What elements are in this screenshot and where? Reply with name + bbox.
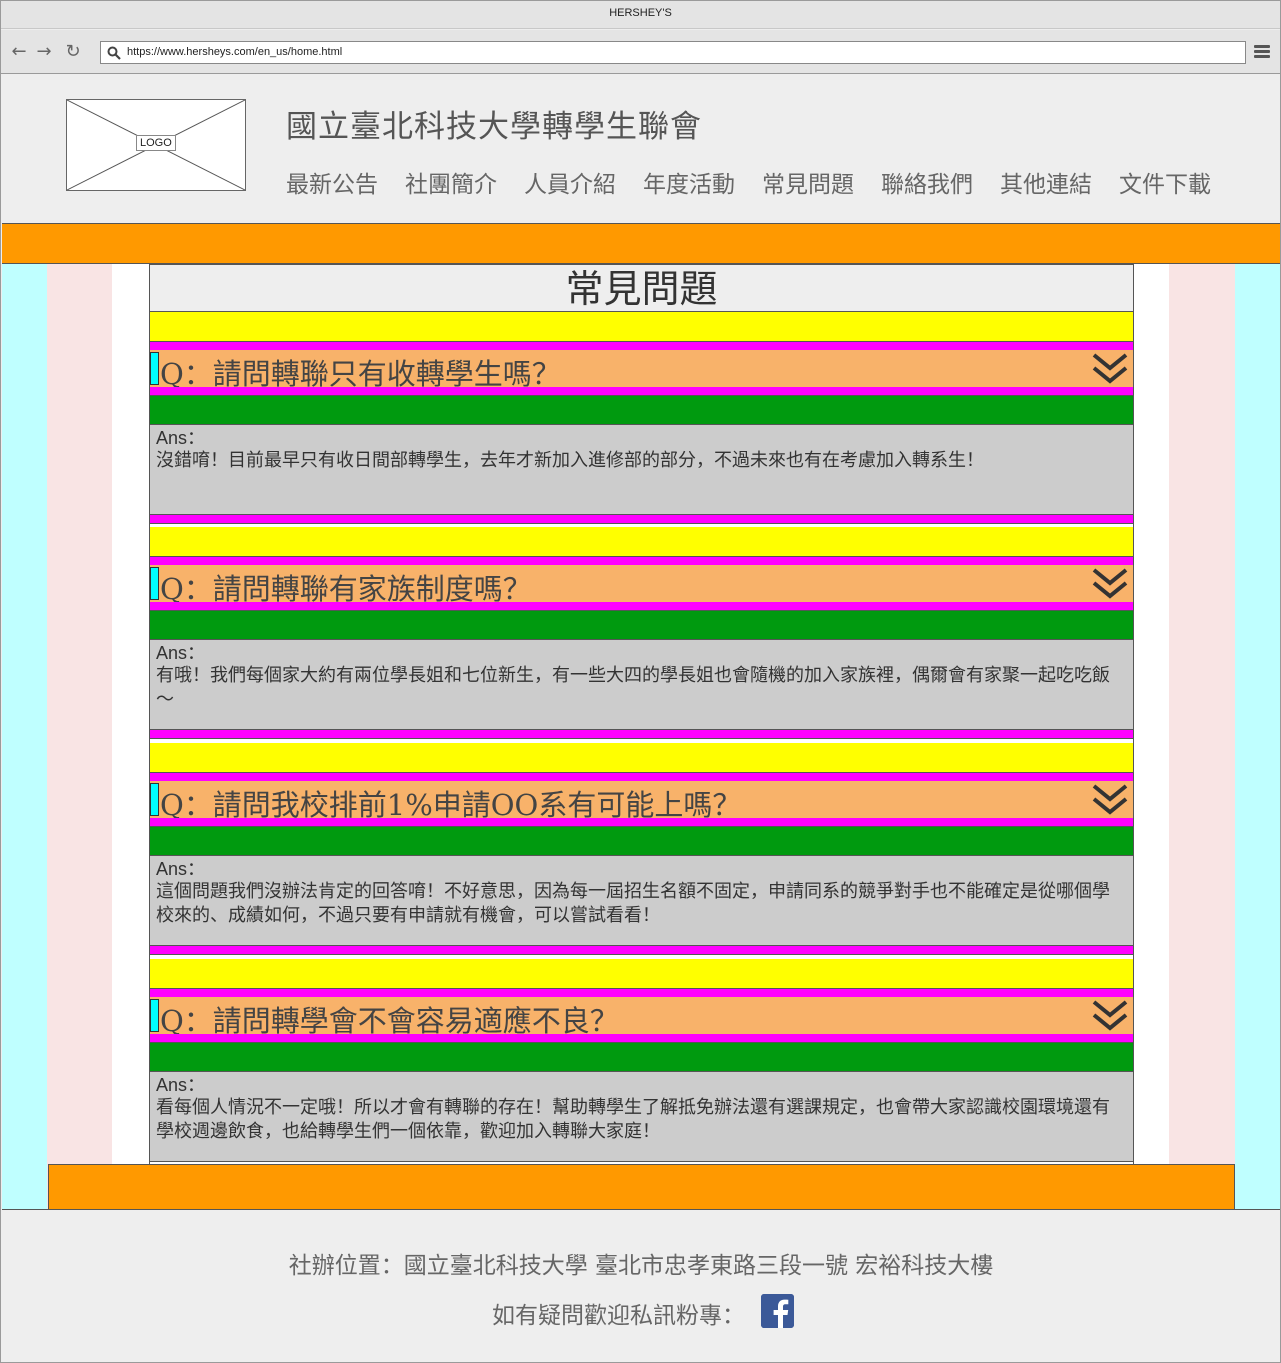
faq-spacer-green — [150, 395, 1133, 425]
faq-answer-label: Ans： — [156, 859, 206, 879]
page-title: 常見問題 — [150, 264, 1133, 312]
faq-marker — [150, 352, 159, 385]
faq-divider — [150, 602, 1133, 610]
nav-item-club-intro[interactable]: 社團簡介 — [405, 165, 497, 199]
chevron-double-down-icon[interactable] — [1091, 999, 1129, 1033]
hamburger-menu-icon[interactable] — [1254, 45, 1270, 59]
faq-spacer-yellow — [150, 959, 1133, 989]
faq-divider — [150, 730, 1133, 739]
footer-contact: 如有疑問歡迎私訊粉專： — [492, 1303, 745, 1329]
title-bar: HERSHEY'S — [1, 1, 1280, 29]
faq-marker — [150, 567, 159, 600]
footer: 社辦位置：國立臺北科技大學 臺北市忠孝東路三段一號 宏裕科技大樓 如有疑問歡迎私… — [2, 1209, 1280, 1362]
faq-divider — [150, 1034, 1133, 1042]
top-orange-band — [2, 223, 1280, 264]
faq-question-bar[interactable]: Q：請問轉聯只有收轉學生嗎？ — [150, 350, 1133, 391]
faq-divider — [150, 387, 1133, 395]
nav-item-faq[interactable]: 常見問題 — [762, 165, 854, 199]
faq-answer-label: Ans： — [156, 428, 206, 448]
faq-marker — [150, 999, 159, 1032]
nav-item-announcements[interactable]: 最新公告 — [286, 165, 378, 199]
facebook-icon[interactable] — [761, 1294, 794, 1328]
faq-spacer-green — [150, 610, 1133, 640]
faq-content: 常見問題 Q：請問轉聯只有收轉學生嗎？ Ans： 沒錯唷！目前最早只有收日間部轉… — [149, 264, 1134, 1164]
faq-answer-text: 這個問題我們沒辦法肯定的回答唷！不好意思，因為每一屆招生名額不固定，申請同系的競… — [156, 881, 1110, 926]
faq-answer: Ans： 這個問題我們沒辦法肯定的回答唷！不好意思，因為每一屆招生名額不固定，申… — [150, 856, 1133, 946]
faq-divider — [150, 818, 1133, 826]
browser-window: HERSHEY'S ← → ↻ https://www.hersheys.com… — [0, 0, 1281, 1363]
faq-spacer-green — [150, 826, 1133, 856]
faq-question-bar[interactable]: Q：請問轉學會不會容易適應不良？ — [150, 997, 1133, 1038]
nav-item-members[interactable]: 人員介紹 — [524, 165, 616, 199]
faq-answer: Ans： 有哦！我們每個家大約有兩位學長姐和七位新生，有一些大四的學長姐也會隨機… — [150, 640, 1133, 730]
faq-question-bar[interactable]: Q：請問轉聯有家族制度嗎？ — [150, 565, 1133, 606]
reload-icon[interactable]: ↻ — [63, 42, 83, 62]
browser-toolbar: ← → ↻ https://www.hersheys.com/en_us/hom… — [1, 30, 1280, 74]
site-header: LOGO 國立臺北科技大學轉學生聯會 最新公告 社團簡介 人員介紹 年度活動 常… — [2, 75, 1280, 223]
faq-question-bar[interactable]: Q：請問我校排前1%申請OO系有可能上嗎？ — [150, 781, 1133, 822]
address-url: https://www.hersheys.com/en_us/home.html — [127, 46, 343, 58]
search-icon — [107, 46, 121, 60]
faq-answer-text: 有哦！我們每個家大約有兩位學長姐和七位新生，有一些大四的學長姐也會隨機的加入家族… — [156, 665, 1110, 710]
faq-divider — [150, 989, 1133, 997]
chevron-double-down-icon[interactable] — [1091, 783, 1129, 817]
site-title: 國立臺北科技大學轉學生聯會 — [286, 109, 702, 145]
faq-answer-label: Ans： — [156, 1075, 206, 1095]
faq-answer-text: 沒錯唷！目前最早只有收日間部轉學生，去年才新加入進修部的部分，不過未來也有在考慮… — [156, 450, 984, 471]
faq-answer-label: Ans： — [156, 643, 206, 663]
main-nav: 最新公告 社團簡介 人員介紹 年度活動 常見問題 聯絡我們 其他連結 文件下載 — [286, 165, 1211, 199]
window-title: HERSHEY'S — [609, 7, 672, 19]
faq-spacer-yellow — [150, 527, 1133, 557]
faq-spacer-green — [150, 1042, 1133, 1072]
nav-item-events[interactable]: 年度活動 — [643, 165, 735, 199]
back-icon[interactable]: ← — [9, 42, 29, 62]
faq-divider — [150, 946, 1133, 955]
faq-spacer-yellow — [150, 743, 1133, 773]
faq-answer-text: 看每個人情況不一定哦！所以才會有轉聯的存在！幫助轉學生了解抵免辦法還有選課規定，… — [156, 1097, 1110, 1142]
faq-divider — [150, 342, 1133, 350]
faq-divider — [150, 773, 1133, 781]
forward-icon[interactable]: → — [34, 42, 54, 62]
faq-divider — [150, 515, 1133, 524]
nav-item-links[interactable]: 其他連結 — [1000, 165, 1092, 199]
footer-address: 社辦位置：國立臺北科技大學 臺北市忠孝東路三段一號 宏裕科技大樓 — [288, 1253, 994, 1279]
chevron-double-down-icon[interactable] — [1091, 567, 1129, 601]
bottom-orange-band — [48, 1164, 1235, 1211]
faq-divider — [150, 557, 1133, 565]
logo-label: LOGO — [136, 135, 176, 151]
faq-marker — [150, 783, 159, 816]
chevron-double-down-icon[interactable] — [1091, 352, 1129, 386]
logo-placeholder[interactable]: LOGO — [66, 99, 246, 191]
address-bar[interactable]: https://www.hersheys.com/en_us/home.html — [100, 41, 1246, 64]
faq-answer: Ans： 沒錯唷！目前最早只有收日間部轉學生，去年才新加入進修部的部分，不過未來… — [150, 425, 1133, 515]
faq-spacer-yellow — [150, 312, 1133, 342]
nav-item-contact[interactable]: 聯絡我們 — [881, 165, 973, 199]
nav-item-downloads[interactable]: 文件下載 — [1119, 165, 1211, 199]
faq-answer: Ans： 看每個人情況不一定哦！所以才會有轉聯的存在！幫助轉學生了解抵免辦法還有… — [150, 1072, 1133, 1162]
